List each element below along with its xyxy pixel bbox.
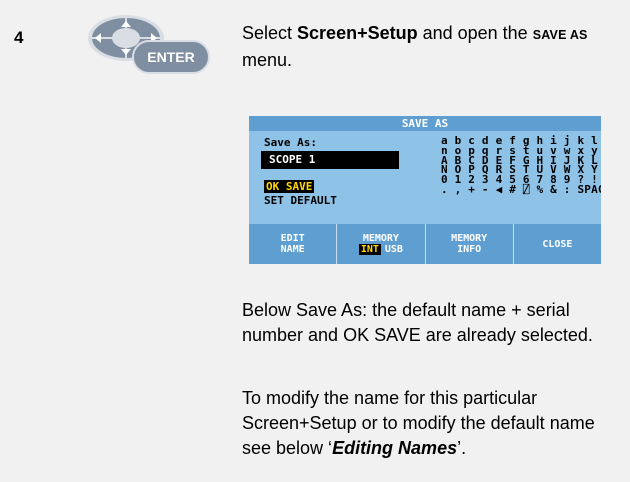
edit-hint-paragraph: To modify the name for this particular S… bbox=[242, 386, 612, 461]
ok-save-option[interactable]: OK SAVE bbox=[264, 180, 315, 193]
description-paragraph: Below Save As: the default name + serial… bbox=[242, 300, 593, 345]
char-row[interactable]: . , + - ◀ # ⍁ % & : SPACE bbox=[441, 184, 601, 195]
instruction-bold: Screen+Setup bbox=[297, 23, 418, 43]
softkey-label: CLOSE bbox=[542, 238, 573, 250]
instruction-text: Select bbox=[242, 23, 298, 43]
memory-usb-option: USB bbox=[384, 244, 403, 255]
memory-options: INT USB bbox=[358, 244, 403, 255]
menu-name: SAVE AS bbox=[532, 28, 588, 42]
softkey-bar: EDIT NAME MEMORY INT USB MEMORY INFO CLO… bbox=[249, 224, 601, 264]
save-as-label: Save As: bbox=[264, 136, 317, 149]
memory-softkey[interactable]: MEMORY INT USB bbox=[337, 224, 426, 264]
character-grid[interactable]: a b c d e f g h i j k l m n o p q r s t … bbox=[441, 135, 601, 195]
screen-title: SAVE AS bbox=[249, 116, 601, 131]
memory-info-softkey[interactable]: MEMORY INFO bbox=[426, 224, 514, 264]
memory-int-option: INT bbox=[358, 244, 381, 255]
close-softkey[interactable]: CLOSE bbox=[514, 224, 601, 264]
softkey-label: EDIT bbox=[280, 233, 305, 244]
editing-names-reference: Editing Names bbox=[332, 438, 458, 458]
save-as-screen: SAVE AS Save As: SCOPE 1 OK SAVE SET DEF… bbox=[249, 116, 601, 264]
softkey-label: INFO bbox=[457, 244, 482, 255]
step-number: 4 bbox=[14, 28, 24, 47]
instruction-text: menu. bbox=[242, 50, 293, 70]
softkey-label: MEMORY bbox=[362, 233, 399, 244]
set-default-option[interactable]: SET DEFAULT bbox=[264, 194, 337, 207]
softkey-label: NAME bbox=[280, 244, 305, 255]
instruction-text: and open the bbox=[417, 23, 533, 43]
enter-key: ENTER bbox=[132, 40, 210, 74]
navigation-pad-icon: ENTER bbox=[82, 14, 214, 74]
softkey-label: MEMORY bbox=[451, 233, 488, 244]
name-field[interactable]: SCOPE 1 bbox=[261, 151, 399, 169]
edit-name-softkey[interactable]: EDIT NAME bbox=[249, 224, 338, 264]
step-instruction: Select Screen+Setup and open the SAVE AS… bbox=[242, 21, 612, 73]
hint-text: ’. bbox=[457, 438, 467, 458]
